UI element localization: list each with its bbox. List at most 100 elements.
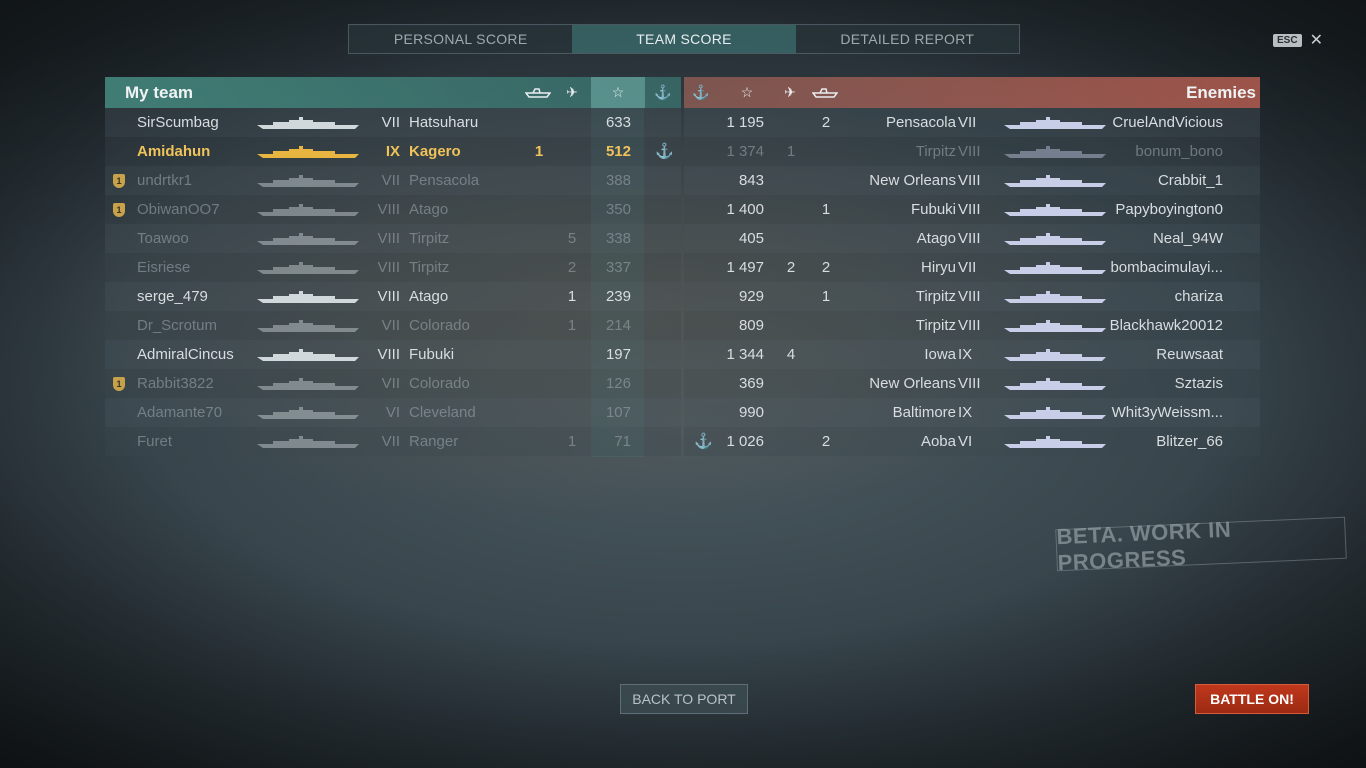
rank-badge-icon: 1 <box>113 174 125 188</box>
ship-tier: VIII <box>958 317 981 334</box>
player-name: SirScumbag <box>137 114 219 131</box>
ships-destroyed <box>812 340 840 369</box>
ship-tier: VI <box>385 404 400 421</box>
table-row[interactable]: 1 195 2 Pensacola VII CruelAndVicious <box>684 108 1260 137</box>
ship-tier: VII <box>958 259 977 276</box>
table-row[interactable]: Dr_Scrotum VII Colorado 1 214 <box>105 311 681 340</box>
ship-tier: VII <box>958 114 977 131</box>
planes-destroyed <box>780 224 802 253</box>
back-to-port-button[interactable]: BACK TO PORT <box>620 684 748 714</box>
tab-personal-score[interactable]: PERSONAL SCORE <box>349 25 572 53</box>
table-row[interactable]: AdmiralCincus VIII Fubuki 197 <box>105 340 681 369</box>
ship-silhouette-icon <box>1004 175 1106 187</box>
player-name: Dr_Scrotum <box>137 317 218 334</box>
player-name: ObiwanOO7 <box>137 201 220 218</box>
planes-destroyed <box>559 369 585 398</box>
enemies-panel: ⚓ ☆ ✈ Enemies 1 195 2 Pensacola VII CruelAnd… <box>684 77 1260 457</box>
my-team-panel: My team ✈ ☆ ⚓ SirScumbag VII Hatsuharu 633 A… <box>105 77 681 457</box>
table-row[interactable]: 1 undrtkr1 VII Pensacola 388 <box>105 166 681 195</box>
score-value: 929 <box>738 288 764 305</box>
table-row[interactable]: 1 344 4 Iowa IX Reuwsaat <box>684 340 1260 369</box>
planes-destroyed: 1 <box>567 433 577 450</box>
ship-name: Atago <box>409 201 449 218</box>
player-name: Blackhawk20012 <box>1109 317 1223 334</box>
player-name: CruelAndVicious <box>1112 114 1223 131</box>
table-row[interactable]: 1 374 1 Tirpitz VIII bonum_bono <box>684 137 1260 166</box>
battle-on-button[interactable]: BATTLE ON! <box>1195 684 1309 714</box>
table-row[interactable]: 1 497 2 2 Hiryu VII bombacimulayi... <box>684 253 1260 282</box>
table-row[interactable]: 405 Atago VIII Neal_94W <box>684 224 1260 253</box>
planes-destroyed-icon: ✈ <box>784 84 796 100</box>
ships-destroyed: 2 <box>821 259 831 276</box>
table-row[interactable]: 1 ObiwanOO7 VIII Atago 350 <box>105 195 681 224</box>
close-control[interactable]: ESC ✕ <box>1273 30 1323 50</box>
planes-destroyed <box>780 398 802 427</box>
ship-silhouette-icon <box>257 146 359 158</box>
ships-destroyed: 2 <box>821 433 831 450</box>
score-value: 214 <box>605 317 631 334</box>
ship-name: Cleveland <box>409 404 476 421</box>
ship-tier: IX <box>958 404 973 421</box>
table-row[interactable]: Furet VII Ranger 1 71 <box>105 427 681 456</box>
table-row[interactable]: SirScumbag VII Hatsuharu 633 <box>105 108 681 137</box>
ship-silhouette-icon <box>257 407 359 419</box>
ship-tier: VII <box>381 114 400 131</box>
table-row[interactable]: Toawoo VIII Tirpitz 5 338 <box>105 224 681 253</box>
ship-tier: VIII <box>958 375 981 392</box>
planes-destroyed: 2 <box>786 259 796 276</box>
ship-name: Colorado <box>409 317 470 334</box>
ship-name: Fubuki <box>409 346 455 363</box>
ships-destroyed: 1 <box>821 201 831 218</box>
planes-destroyed: 5 <box>567 230 577 247</box>
ships-destroyed <box>812 311 840 340</box>
ship-silhouette-icon <box>257 349 359 361</box>
planes-destroyed <box>559 398 585 427</box>
planes-destroyed <box>780 108 802 137</box>
score-value: 1 026 <box>726 433 764 450</box>
ships-destroyed <box>525 195 553 224</box>
player-name: Amidahun <box>137 143 211 160</box>
table-row[interactable]: 990 Baltimore IX Whit3yWeissm... <box>684 398 1260 427</box>
ship-name: Colorado <box>409 375 470 392</box>
anchor-header-icon: ⚓ <box>692 84 710 100</box>
table-row[interactable]: serge_479 VIII Atago 1 239 <box>105 282 681 311</box>
table-row[interactable]: 809 Tirpitz VIII Blackhawk20012 <box>684 311 1260 340</box>
table-row[interactable]: 369 New Orleans VIII Sztazis <box>684 369 1260 398</box>
ship-silhouette-icon <box>1004 320 1106 332</box>
ship-name: Ranger <box>409 433 459 450</box>
ship-tier: VIII <box>377 346 400 363</box>
table-row[interactable]: ⚓ 1 026 2 Aoba VI Blitzer_66 <box>684 427 1260 456</box>
ship-tier: VII <box>381 375 400 392</box>
ship-name: Fubuki <box>910 201 956 218</box>
ship-tier: IX <box>958 346 973 363</box>
planes-destroyed <box>559 340 585 369</box>
table-row[interactable]: 1 400 1 Fubuki VIII Papyboyington0 <box>684 195 1260 224</box>
table-row[interactable]: Eisriese VIII Tirpitz 2 337 <box>105 253 681 282</box>
score-value: 239 <box>605 288 631 305</box>
tab-detailed-report[interactable]: DETAILED REPORT <box>796 25 1019 53</box>
table-row[interactable]: Adamante70 VI Cleveland 107 <box>105 398 681 427</box>
table-row[interactable]: 1 Rabbit3822 VII Colorado 126 <box>105 369 681 398</box>
score-value: 405 <box>738 230 764 247</box>
ships-destroyed <box>525 224 553 253</box>
ships-destroyed <box>812 398 840 427</box>
ships-destroyed <box>525 253 553 282</box>
planes-destroyed <box>559 108 585 137</box>
planes-destroyed <box>559 166 585 195</box>
score-column-star-icon: ☆ <box>591 77 645 108</box>
table-row[interactable]: 929 1 Tirpitz VIII chariza <box>684 282 1260 311</box>
table-row[interactable]: 843 New Orleans VIII Crabbit_1 <box>684 166 1260 195</box>
ship-silhouette-icon <box>1004 204 1106 216</box>
ship-name: Tirpitz <box>409 259 450 276</box>
my-team-header: My team ✈ ☆ ⚓ <box>105 77 681 108</box>
ship-silhouette-icon <box>1004 349 1106 361</box>
beta-watermark: BETA. WORK IN PROGRESS <box>1055 517 1347 575</box>
ship-silhouette-icon <box>257 436 359 448</box>
table-row[interactable]: Amidahun IX Kagero 1 512 ⚓ <box>105 137 681 166</box>
tab-team-score[interactable]: TEAM SCORE <box>572 25 796 53</box>
planes-destroyed <box>780 166 802 195</box>
ship-silhouette-icon <box>257 175 359 187</box>
close-icon[interactable]: ✕ <box>1310 30 1323 50</box>
ships-destroyed <box>525 369 553 398</box>
ship-tier: VIII <box>958 172 981 189</box>
